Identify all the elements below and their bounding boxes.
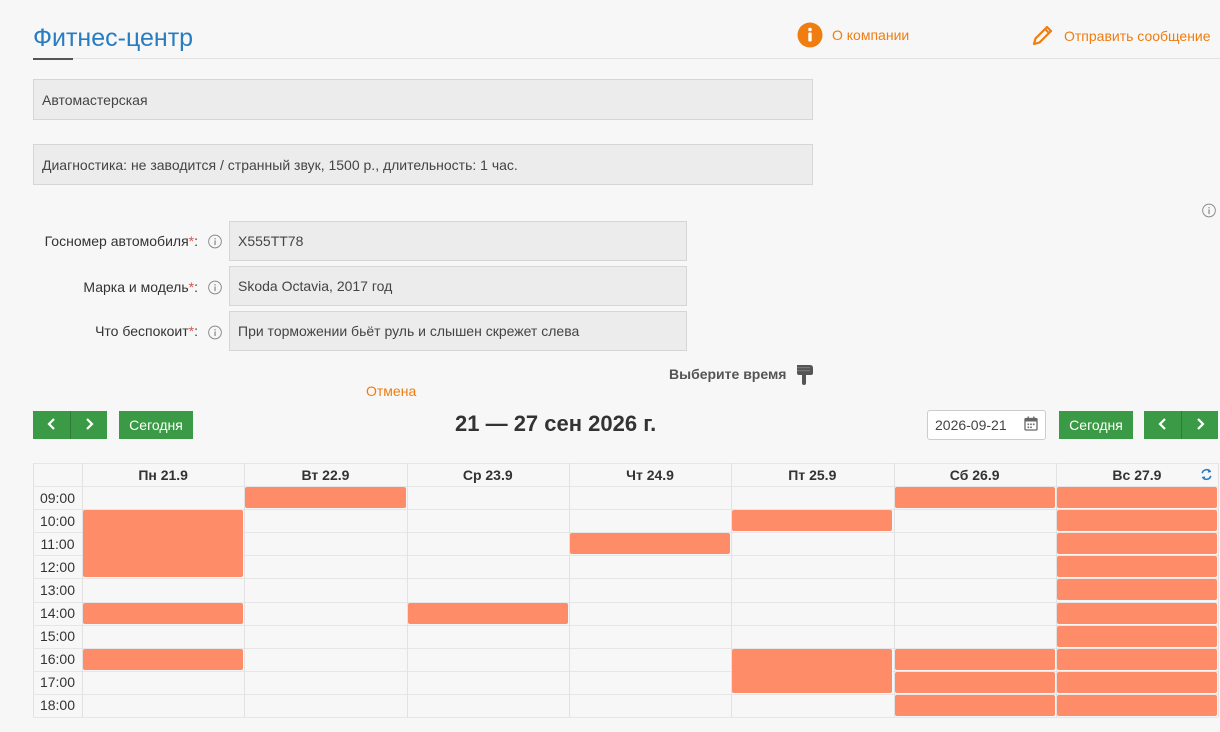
day-header: Чт 24.9	[626, 466, 674, 483]
busy-slot[interactable]	[732, 510, 893, 532]
header-divider	[33, 58, 1220, 59]
plate-label: Госномер автомобиля*:	[44, 233, 198, 249]
time-label: 13:00	[39, 581, 76, 598]
busy-slot[interactable]	[1056, 556, 1218, 578]
busy-slot[interactable]	[1056, 602, 1218, 624]
pointing-hand-icon	[794, 362, 816, 386]
concern-info-icon[interactable]	[208, 325, 222, 340]
choose-time-hint: Выберите время	[669, 362, 816, 386]
chevron-left-icon	[1157, 417, 1168, 433]
time-label: 09:00	[39, 489, 76, 506]
busy-slot[interactable]	[894, 671, 1055, 693]
grid-column-line	[406, 463, 408, 717]
page-title: Фитнес-центр	[33, 24, 194, 52]
cancel-link[interactable]: Отмена	[366, 383, 416, 399]
week-nav-right	[1144, 411, 1218, 439]
busy-slot[interactable]	[1056, 533, 1218, 555]
plate-input[interactable]: Х555ТТ78	[229, 221, 687, 261]
busy-slot[interactable]	[83, 648, 244, 670]
day-header: Сб 26.9	[949, 466, 1000, 483]
grid-row-line	[33, 717, 1218, 718]
time-label: 11:00	[40, 535, 75, 552]
busy-slot[interactable]	[894, 487, 1055, 509]
about-link-label: О компании	[832, 27, 910, 43]
pencil-icon	[1030, 23, 1055, 48]
service-category-field: Автомастерская	[33, 79, 813, 120]
busy-slot[interactable]	[83, 510, 244, 578]
next-week-button[interactable]	[70, 411, 107, 439]
choose-time-label: Выберите время	[669, 366, 787, 382]
concern-input[interactable]: При торможении бьёт руль и слышен скреже…	[229, 311, 687, 351]
busy-slot[interactable]	[1056, 671, 1218, 693]
busy-slot[interactable]	[569, 533, 731, 555]
plate-info-icon[interactable]	[208, 234, 222, 249]
busy-slot[interactable]	[407, 602, 568, 624]
time-label: 10:00	[39, 512, 76, 529]
time-label: 18:00	[39, 697, 76, 714]
busy-slot[interactable]	[83, 602, 244, 624]
title-underline	[33, 58, 73, 60]
chevron-left-icon	[46, 417, 57, 433]
busy-slot[interactable]	[894, 694, 1055, 716]
chevron-right-icon	[1195, 417, 1205, 433]
busy-slot[interactable]	[732, 648, 893, 693]
busy-slot[interactable]	[1056, 648, 1218, 670]
next-week-button-right[interactable]	[1181, 411, 1218, 439]
week-title: 21 — 27 сен 2026 г.	[455, 411, 657, 436]
day-header: Вт 22.9	[301, 466, 350, 483]
grid-row-line	[33, 578, 1218, 580]
concern-label: Что беспокоит*:	[95, 323, 198, 339]
day-header: Вс 27.9	[1112, 466, 1162, 483]
time-label: 15:00	[39, 628, 76, 645]
busy-slot[interactable]	[1056, 625, 1218, 647]
calendar-icon[interactable]	[1024, 416, 1038, 434]
busy-slot[interactable]	[1056, 487, 1218, 509]
today-button-right[interactable]: Сегодня	[1059, 411, 1133, 439]
model-label: Марка и модель*:	[83, 279, 198, 295]
grid-column-line	[568, 463, 570, 717]
busy-slot[interactable]	[1056, 694, 1218, 716]
time-label: 14:00	[39, 605, 76, 621]
prev-week-button-right[interactable]	[1144, 411, 1181, 439]
grid-column-line	[82, 463, 83, 717]
prev-week-button[interactable]	[33, 411, 70, 439]
send-message-link[interactable]: Отправить сообщение	[1030, 23, 1211, 48]
grid-column-line	[1218, 463, 1220, 717]
refresh-icon[interactable]	[1200, 468, 1213, 486]
day-header: Пн 21.9	[138, 466, 188, 483]
time-label: 17:00	[39, 674, 76, 691]
model-input[interactable]: Skoda Octavia, 2017 год	[229, 266, 687, 306]
time-label: 16:00	[39, 651, 76, 668]
info-icon[interactable]	[1202, 203, 1216, 218]
busy-slot[interactable]	[245, 487, 406, 509]
send-message-label: Отправить сообщение	[1064, 27, 1211, 44]
date-picker-input[interactable]: 2026-09-21	[927, 410, 1046, 440]
grid-row-line	[33, 624, 1218, 626]
busy-slot[interactable]	[1056, 579, 1218, 601]
service-description-field: Диагностика: не заводится / странный зву…	[33, 144, 813, 185]
model-info-icon[interactable]	[208, 280, 222, 295]
chevron-right-icon	[84, 417, 94, 433]
week-schedule-grid: Пн 21.9 Вт 22.9 Ср 23.9 Чт 24.9 Пт 25.9 Сб 26…	[33, 463, 1220, 718]
day-header: Ср 23.9	[462, 466, 513, 483]
busy-slot[interactable]	[1056, 510, 1218, 532]
date-value: 2026-09-21	[935, 417, 1007, 433]
time-label: 12:00	[39, 558, 76, 575]
day-header: Пт 25.9	[788, 466, 837, 483]
busy-slot[interactable]	[894, 648, 1055, 670]
info-circle-icon	[797, 22, 823, 48]
today-button[interactable]: Сегодня	[119, 411, 193, 439]
about-link[interactable]: О компании	[797, 22, 909, 48]
week-nav-left	[33, 411, 107, 439]
